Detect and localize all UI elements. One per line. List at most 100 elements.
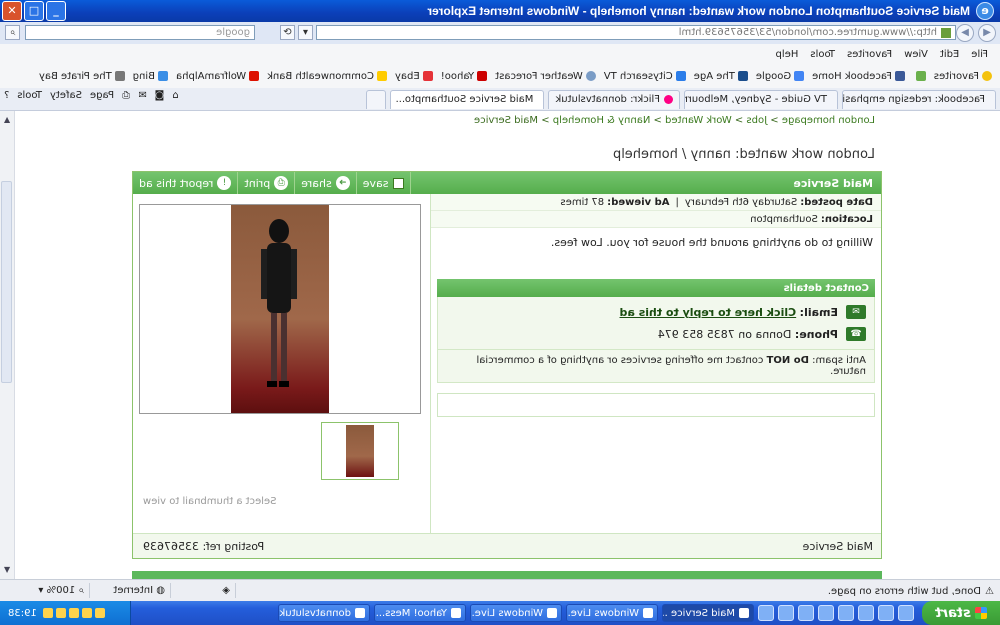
vertical-scrollbar[interactable]: ▲ ▼ <box>0 111 15 579</box>
help-icon[interactable]: ? <box>4 90 9 101</box>
tab-flickr[interactable]: Flickr: donnatvslutuk <box>548 89 680 109</box>
window-title: Maid Service Southampton London work wan… <box>427 4 970 18</box>
save-checkbox[interactable] <box>393 177 405 189</box>
page-icon <box>377 71 387 81</box>
scroll-thumb[interactable] <box>1 181 12 383</box>
close-button[interactable]: ✕ <box>2 1 22 21</box>
favorites-button[interactable]: Favorites <box>934 71 992 82</box>
forward-button[interactable]: ▶ <box>956 24 974 42</box>
fav-link-weather[interactable]: Weather Forecast <box>495 71 596 82</box>
tray-icon[interactable] <box>94 608 105 618</box>
page-icon <box>675 71 686 81</box>
menu-tools[interactable]: Tools <box>810 49 835 60</box>
posting-ref-label: Posting ref: <box>202 539 265 553</box>
fav-link-ebay[interactable]: Ebay <box>395 71 433 82</box>
crumb-jobs[interactable]: Jobs <box>746 115 767 126</box>
status-text: Done, but with errors on page. <box>827 585 982 597</box>
command-safety[interactable]: Safety <box>50 90 82 101</box>
quick-launch-icon[interactable] <box>898 605 914 621</box>
tab-maid-service[interactable]: Maid Service Southampto...✕ <box>390 89 545 109</box>
tray-icon[interactable] <box>68 608 79 618</box>
posting-ref-value: 33567639 <box>143 539 199 553</box>
quick-launch-icon[interactable] <box>818 605 834 621</box>
search-button[interactable]: ⌕ <box>5 25 20 40</box>
task-windows-live-1[interactable]: Windows Live... <box>566 604 658 622</box>
fav-link-the-age[interactable]: The Age <box>694 71 748 82</box>
crumb-work-wanted[interactable]: Work Wanted <box>665 115 732 126</box>
refresh-button[interactable]: ⟳ <box>280 25 295 40</box>
footer-category: Maid Service <box>802 539 873 553</box>
page-icon <box>114 71 125 81</box>
photo-image <box>231 205 329 413</box>
tray-icon[interactable] <box>42 608 53 618</box>
menu-file[interactable]: File <box>971 49 988 60</box>
print-icon[interactable]: ⎙ <box>122 90 130 101</box>
crumb-nanny[interactable]: Nanny & Homehelp <box>553 115 651 126</box>
messenger-icon <box>643 608 653 618</box>
quick-launch-icon[interactable] <box>838 605 854 621</box>
menu-help[interactable]: Help <box>776 49 799 60</box>
tray-icon[interactable] <box>55 608 66 618</box>
quick-launch-icon[interactable] <box>798 605 814 621</box>
zoom-control[interactable]: ⌕ 100% ▾ <box>4 583 90 598</box>
crumb-london[interactable]: London homepage <box>782 115 875 126</box>
menu-edit[interactable]: Edit <box>940 49 959 60</box>
start-button[interactable]: start <box>922 601 1000 625</box>
feeds-icon[interactable]: ◙ <box>155 90 165 101</box>
fav-link-commbank[interactable]: Commonwealth Bank <box>267 71 387 82</box>
fav-link-label: The Pirate Bay <box>38 70 112 82</box>
reply-link[interactable]: Click here to reply to this ad <box>620 306 797 319</box>
back-button[interactable]: ◀ <box>978 24 996 42</box>
fav-link-wolfram[interactable]: WolframAlpha <box>176 71 260 82</box>
menu-view[interactable]: View <box>904 49 928 60</box>
yahoo-icon <box>477 71 488 81</box>
fav-link-yahoo[interactable]: Yahoo! <box>441 71 488 82</box>
photo-thumbnail[interactable] <box>321 422 399 480</box>
home-icon[interactable]: ⌂ <box>172 90 178 101</box>
task-donnatvslutuk[interactable]: donnatvslutuk <box>278 604 370 622</box>
add-favorite-button[interactable] <box>913 71 926 81</box>
search-input[interactable]: google <box>25 25 255 40</box>
command-page[interactable]: Page <box>90 90 114 101</box>
quick-launch-icon[interactable] <box>858 605 874 621</box>
fav-link-bing[interactable]: Bing <box>133 71 169 82</box>
email-row: ✉ Email: Click here to reply to this ad <box>446 301 866 323</box>
tab-tv-guide[interactable]: TV Guide - Sydney, Melbourn... <box>684 89 838 109</box>
task-yahoo-messenger[interactable]: Yahoo! Mess... <box>374 604 466 622</box>
share-button[interactable]: ➜ share <box>295 172 357 194</box>
menu-favorites[interactable]: Favorites <box>847 49 892 60</box>
mail-icon[interactable]: ✉ <box>138 90 146 101</box>
tray-icon[interactable] <box>81 608 92 618</box>
new-tab-button[interactable] <box>366 89 387 109</box>
command-tools[interactable]: Tools <box>17 90 42 101</box>
report-button[interactable]: ! report this ad <box>133 172 239 194</box>
clock[interactable]: 19:38 <box>8 608 37 619</box>
print-button[interactable]: ⎙ print <box>238 172 296 194</box>
task-maid-service[interactable]: Maid Service ... <box>662 604 754 622</box>
fav-link-pirate-bay[interactable]: The Pirate Bay <box>39 71 125 82</box>
quick-launch-icon[interactable] <box>758 605 774 621</box>
fav-link-citysearch[interactable]: Citysearch TV <box>604 71 686 82</box>
scroll-up-button[interactable]: ▲ <box>1 114 13 126</box>
url-field[interactable]: http://www.gumtree.com/london/53/3567563… <box>316 25 956 40</box>
task-label: donnatvslutuk <box>279 607 351 619</box>
quick-launch-icon[interactable] <box>778 605 794 621</box>
views-value: 87 times <box>560 196 605 208</box>
search-placeholder: google <box>216 27 250 38</box>
ebay-icon <box>422 71 433 81</box>
protected-mode: ◈ <box>170 583 236 598</box>
tab-facebook[interactable]: Facebook: redesign emphasis... <box>842 89 996 109</box>
warning-icon[interactable]: ⚠ <box>985 586 994 597</box>
google-icon <box>794 71 805 81</box>
maximize-button[interactable]: □ <box>24 1 44 21</box>
quick-launch-icon[interactable] <box>878 605 894 621</box>
posting-ref: Posting ref: 33567639 <box>143 540 264 553</box>
minimize-button[interactable]: _ <box>46 1 66 21</box>
fav-link-facebook[interactable]: Facebook Home <box>812 71 905 82</box>
task-windows-live-2[interactable]: Windows Live... <box>470 604 562 622</box>
save-ad-toggle[interactable]: save <box>356 172 412 194</box>
scroll-down-button[interactable]: ▼ <box>1 564 13 576</box>
fav-link-google[interactable]: Google <box>756 71 805 82</box>
address-dropdown-button[interactable]: ▾ <box>298 25 313 40</box>
task-label: Yahoo! Mess... <box>375 607 447 619</box>
